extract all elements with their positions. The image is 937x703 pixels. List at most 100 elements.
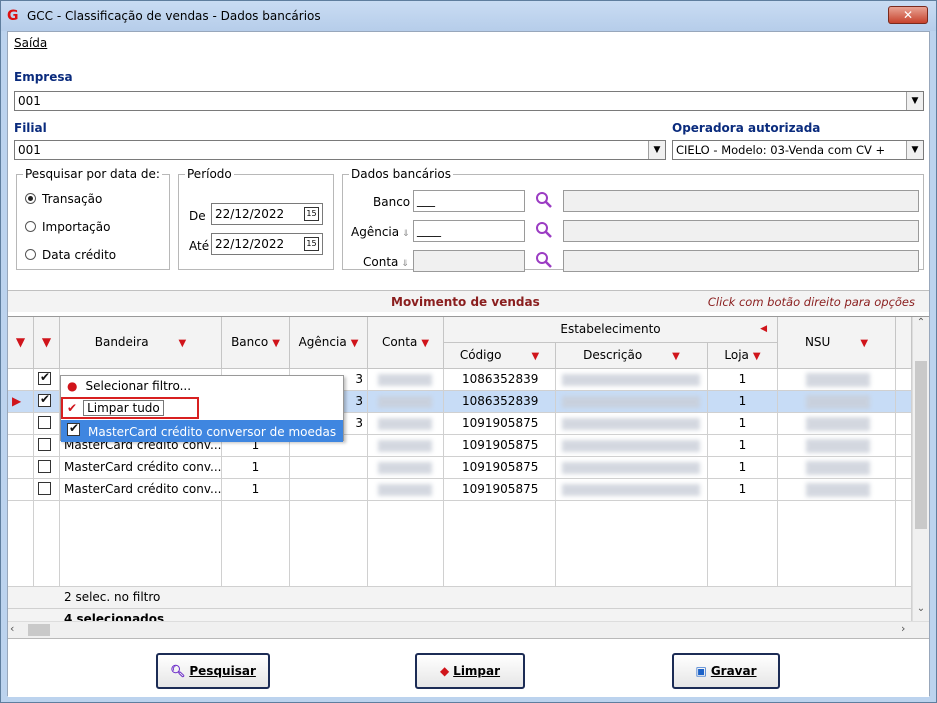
agencia-input[interactable]: ____ xyxy=(413,220,525,242)
filial-label: Filial xyxy=(14,121,47,135)
cell-nsu xyxy=(778,369,896,391)
cell-loja: 1 xyxy=(708,391,778,413)
radio-importacao[interactable]: Importação xyxy=(25,220,110,234)
empty-cell xyxy=(444,501,556,587)
gravar-button[interactable]: ▣ Gravar xyxy=(672,653,780,689)
popup-limpar-tudo[interactable]: ✔ Limpar tudo xyxy=(61,397,343,420)
row-checkbox[interactable] xyxy=(38,438,51,451)
chevron-down-icon[interactable]: ▼ xyxy=(906,141,923,159)
empty-cell xyxy=(896,501,912,587)
row-indicator xyxy=(8,413,34,435)
menu-saida[interactable]: Saída xyxy=(14,36,47,50)
cell-nsu xyxy=(778,479,896,501)
window-title: GCC - Classificação de vendas - Dados ba… xyxy=(27,9,321,23)
vertical-scrollbar[interactable]: ⌃ ⌄ xyxy=(912,317,929,621)
chevron-down-icon[interactable]: ▼ xyxy=(906,92,923,110)
scroll-up-icon[interactable]: ⌃ xyxy=(913,317,929,335)
row-checkbox-cell[interactable] xyxy=(34,369,60,391)
limpar-button[interactable]: ◆ Limpar xyxy=(415,653,525,689)
empresa-combo[interactable]: 001 ▼ xyxy=(14,91,924,111)
row-checkbox-cell[interactable] xyxy=(34,413,60,435)
filial-combo[interactable]: 001 ▼ xyxy=(14,140,666,160)
hscroll-thumb[interactable] xyxy=(28,624,50,636)
chevron-down-icon[interactable]: ▼ xyxy=(648,141,665,159)
periodo-group-title: Período xyxy=(185,167,234,181)
popup-mastercard[interactable]: MasterCard crédito conversor de moedas xyxy=(61,420,343,442)
close-button[interactable]: ✕ xyxy=(888,6,928,24)
date-de-value: 22/12/2022 xyxy=(215,207,285,221)
row-checkbox[interactable] xyxy=(38,392,51,407)
pesquisar-button[interactable]: 🔍︎ Pesquisar xyxy=(156,653,270,689)
search-icon[interactable] xyxy=(535,221,553,239)
cell-bandeira: MasterCard crédito conv... xyxy=(60,457,222,479)
empty-cell xyxy=(222,501,290,587)
operadora-label: Operadora autorizada xyxy=(672,121,821,135)
cell-descricao xyxy=(556,457,708,479)
date-de-field[interactable]: 22/12/2022 15 xyxy=(211,203,323,225)
date-ate-value: 22/12/2022 xyxy=(215,237,285,251)
radio-transacao[interactable]: Transação xyxy=(25,192,102,206)
ate-label: Até xyxy=(189,239,210,253)
radio-data-credito[interactable]: Data crédito xyxy=(25,248,116,262)
calendar-icon[interactable]: 15 xyxy=(304,237,319,251)
col-conta[interactable]: Conta ▼ xyxy=(368,317,444,369)
scroll-right-icon[interactable]: › xyxy=(901,622,915,635)
checkbox-icon[interactable] xyxy=(67,421,80,436)
agencia-label: Agência ⇓ xyxy=(351,225,410,239)
cell-nsu xyxy=(778,391,896,413)
check-filter-header[interactable]: ▼ xyxy=(34,317,60,369)
col-descricao[interactable]: Descrição ▼ xyxy=(556,343,708,369)
menu-bar: Saída xyxy=(8,32,929,54)
row-checkbox[interactable] xyxy=(38,482,51,495)
empty-cell xyxy=(368,501,444,587)
col-agencia[interactable]: Agência ▼ xyxy=(290,317,368,369)
movimento-section-header: Movimento de vendas Click com botão dire… xyxy=(8,290,929,312)
popup-selecionar-filtro[interactable]: ● Selecionar filtro... xyxy=(61,376,343,398)
conta-input[interactable] xyxy=(413,250,525,272)
cell-loja: 1 xyxy=(708,479,778,501)
scroll-left-icon[interactable]: ‹ xyxy=(10,622,24,635)
title-bar: G GCC - Classificação de vendas - Dados … xyxy=(1,1,936,31)
col-bandeira[interactable]: Bandeira ▼ xyxy=(60,317,222,369)
row-checkbox[interactable] xyxy=(38,370,51,385)
filial-value: 001 xyxy=(18,143,41,157)
banco-input[interactable]: ___ xyxy=(413,190,525,212)
cell-extra xyxy=(896,479,912,501)
cell-conta xyxy=(368,457,444,479)
cell-loja: 1 xyxy=(708,413,778,435)
dados-group-title: Dados bancários xyxy=(349,167,454,181)
cell-loja: 1 xyxy=(708,435,778,457)
highlight-box xyxy=(61,397,199,419)
col-estabelecimento[interactable]: Estabelecimento ◀ xyxy=(444,317,778,343)
horizontal-scrollbar[interactable]: ‹ › xyxy=(8,621,929,638)
col-loja[interactable]: Loja ▼ xyxy=(708,343,778,369)
footer-bar: 🔍︎ Pesquisar ◆ Limpar ▣ Gravar xyxy=(8,638,929,697)
row-checkbox[interactable] xyxy=(38,460,51,473)
scroll-thumb[interactable] xyxy=(915,361,927,529)
col-banco[interactable]: Banco ▼ xyxy=(222,317,290,369)
search-icon[interactable] xyxy=(535,191,553,209)
empresa-value: 001 xyxy=(18,94,41,108)
date-ate-field[interactable]: 22/12/2022 15 xyxy=(211,233,323,255)
col-nsu[interactable]: NSU ▼ xyxy=(778,317,896,369)
row-checkbox-cell[interactable] xyxy=(34,391,60,413)
col-extra xyxy=(896,317,912,369)
col-codigo[interactable]: Código ▼ xyxy=(444,343,556,369)
cell-conta xyxy=(368,391,444,413)
empty-cell xyxy=(60,501,222,587)
row-checkbox-cell[interactable] xyxy=(34,457,60,479)
operadora-combo[interactable]: CIELO - Modelo: 03-Venda com CV + ▼ xyxy=(672,140,924,160)
scroll-down-icon[interactable]: ⌄ xyxy=(913,603,929,621)
cell-conta xyxy=(368,435,444,457)
cell-extra xyxy=(896,391,912,413)
row-checkbox-cell[interactable] xyxy=(34,479,60,501)
cell-loja: 1 xyxy=(708,369,778,391)
search-icon[interactable] xyxy=(535,251,553,269)
row-checkbox[interactable] xyxy=(38,416,51,429)
row-checkbox-cell[interactable] xyxy=(34,435,60,457)
calendar-icon[interactable]: 15 xyxy=(304,207,319,221)
section-hint: Click com botão direito para opções xyxy=(707,295,915,309)
row-selector-header[interactable]: ▼ xyxy=(8,317,34,369)
cell-codigo: 1086352839 xyxy=(444,369,556,391)
client-area: Saída Empresa 001 ▼ Filial 001 ▼ Operado… xyxy=(7,31,930,697)
